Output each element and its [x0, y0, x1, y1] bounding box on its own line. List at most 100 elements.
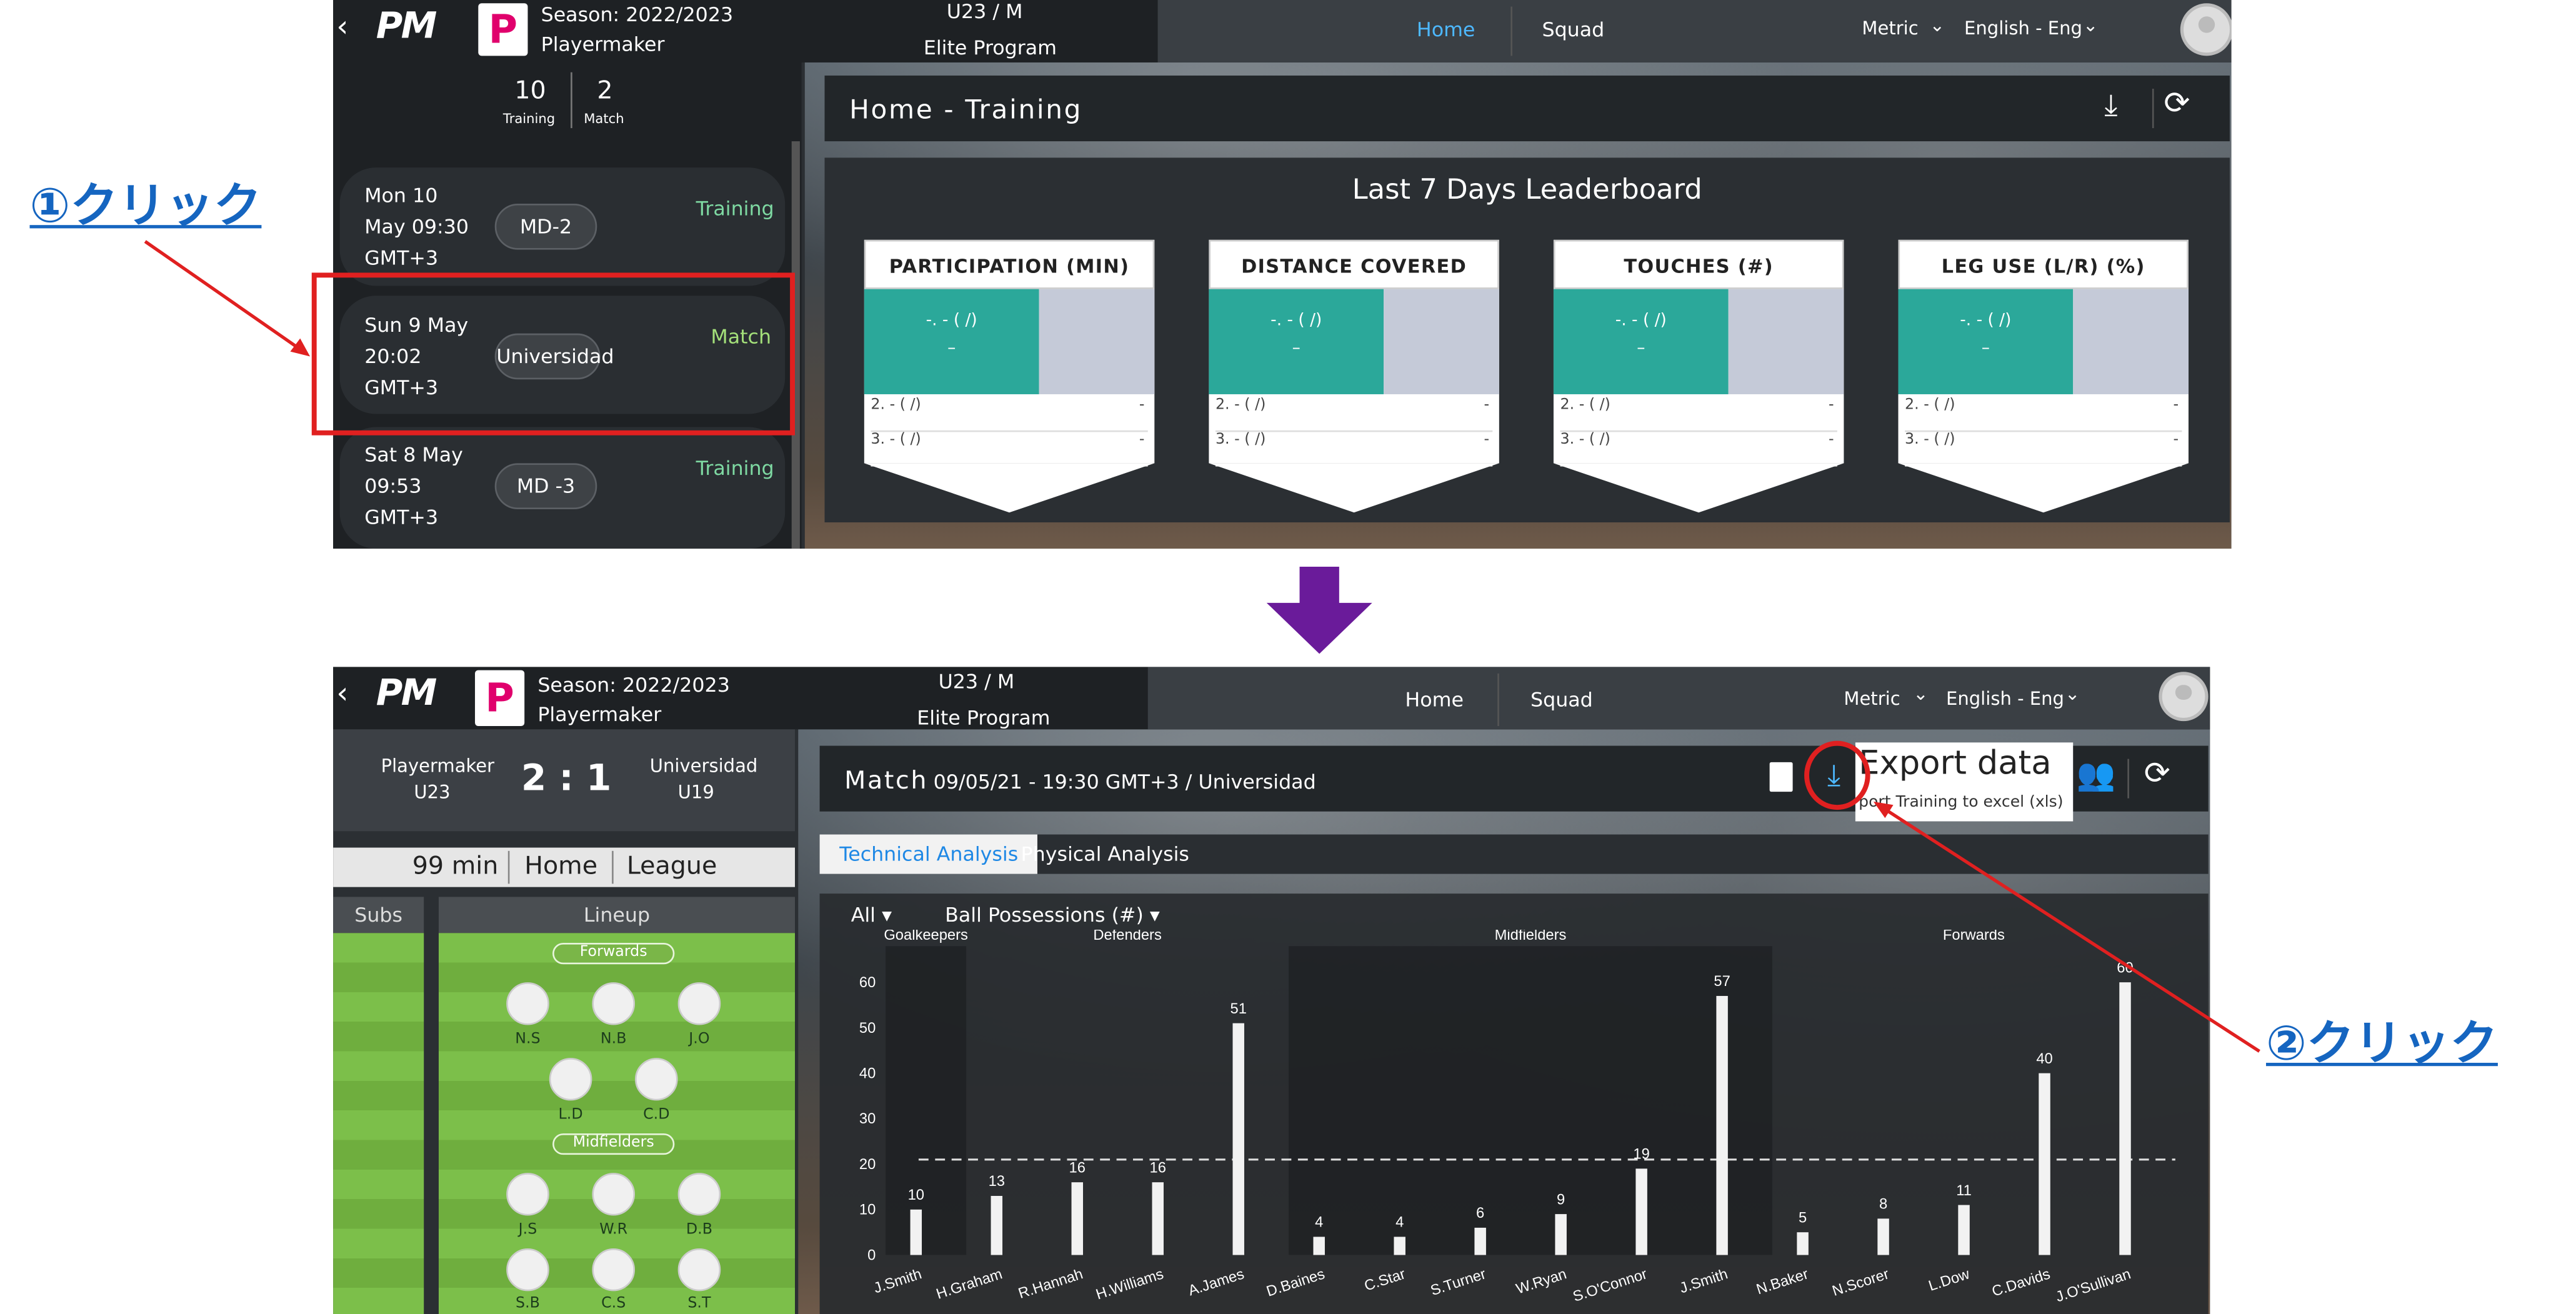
- event-pill: MD-2: [494, 203, 597, 250]
- back-chevron-icon[interactable]: ‹: [336, 10, 348, 44]
- metric-filter[interactable]: Ball Possessions (#) ▾: [945, 903, 1160, 927]
- tooltip-title: Export data: [1859, 742, 2052, 782]
- bar: [1071, 1182, 1083, 1255]
- user-avatar[interactable]: [2180, 3, 2232, 56]
- home-team-sub: U23: [414, 782, 451, 804]
- nav-home[interactable]: Home: [1405, 689, 1464, 712]
- leaderboard-card: LEG USE (L/R) (%) -. - ( /) – 2. - ( /) - …: [1898, 239, 2189, 513]
- bar-value-label: 19: [1633, 1147, 1649, 1163]
- player-avatar[interactable]: [592, 982, 636, 1025]
- group-filter[interactable]: All ▾: [851, 903, 892, 927]
- x-tick-label: J.Smith: [872, 1266, 924, 1297]
- player-avatar[interactable]: [506, 1173, 549, 1216]
- midfielders-tag: Midfielders: [552, 1133, 675, 1155]
- leader-name: -. - ( /): [1271, 312, 1322, 331]
- bar: [1958, 1205, 1970, 1255]
- player-avatar[interactable]: [677, 1248, 721, 1292]
- toolbar-divider: [2127, 759, 2129, 799]
- card-row-3: 3. - ( /) -: [871, 432, 1148, 467]
- user-avatar[interactable]: [2159, 672, 2209, 722]
- x-tick-label: S.Turner: [1429, 1266, 1488, 1299]
- bar: [2039, 1073, 2050, 1255]
- pointer-line-1: [144, 240, 305, 353]
- y-tick-label: 60: [859, 975, 876, 991]
- row-name: 2. - ( /): [1905, 397, 1955, 414]
- event-time: May 09:30: [364, 215, 469, 239]
- event-timezone: GMT+3: [364, 246, 439, 270]
- player-avatar[interactable]: [592, 1173, 636, 1216]
- player-silhouette-icon: [1728, 289, 1844, 394]
- bar-value-label: 4: [1315, 1215, 1323, 1231]
- leader-name: -. - ( /): [926, 312, 977, 331]
- section-title: Home - Training: [849, 93, 1083, 125]
- chevron-down-icon[interactable]: ⌄: [1930, 15, 1945, 36]
- event-time: 09:53: [364, 474, 422, 498]
- player-avatar[interactable]: [506, 1248, 549, 1292]
- match-count-label: Match: [584, 111, 624, 127]
- leader-name: -. - ( /): [1960, 312, 2012, 331]
- row-value: -: [2173, 397, 2179, 414]
- units-select[interactable]: Metric: [1844, 689, 1900, 710]
- event-pill: MD -3: [494, 463, 597, 509]
- language-select[interactable]: English - Eng: [1946, 689, 2064, 710]
- player-avatar[interactable]: [635, 1058, 678, 1101]
- y-tick-label: 50: [859, 1020, 876, 1037]
- player-avatar[interactable]: [677, 1173, 721, 1216]
- nav-squad[interactable]: Squad: [1542, 18, 1604, 41]
- nav-home[interactable]: Home: [1417, 18, 1475, 41]
- event-item[interactable]: Mon 10 May 09:30 GMT+3 MD-2 Training: [339, 167, 786, 286]
- away-team-name: Universidad: [649, 755, 758, 777]
- back-chevron-icon[interactable]: ‹: [336, 677, 348, 711]
- team-icon[interactable]: 👥: [2077, 755, 2115, 794]
- season-label: Season: 2022/2023: [537, 673, 730, 697]
- chevron-down-icon[interactable]: ⌄: [2065, 684, 2080, 705]
- bar: [2119, 982, 2131, 1255]
- y-tick-label: 20: [859, 1157, 876, 1173]
- download-icon[interactable]: ⤓: [2104, 89, 2117, 123]
- home-team-name: Playermaker: [381, 755, 495, 777]
- x-tick-label: H.Williams: [1094, 1266, 1166, 1303]
- player-avatar[interactable]: [549, 1058, 592, 1101]
- highlight-circle: [1804, 740, 1870, 810]
- player-label: D.B: [686, 1222, 713, 1239]
- group-band-goalkeepers: [886, 946, 967, 1255]
- event-item[interactable]: Sat 8 May 09:53 GMT+3 MD -3 Training: [339, 427, 786, 549]
- player-avatar[interactable]: [677, 982, 721, 1025]
- leader-value: –: [1292, 340, 1300, 359]
- bar-value-label: 40: [2036, 1051, 2052, 1067]
- refresh-icon[interactable]: ⟳: [2164, 86, 2190, 122]
- file-icon[interactable]: [1769, 762, 1793, 792]
- player-label: N.S: [515, 1032, 541, 1048]
- player-avatar[interactable]: [506, 982, 549, 1025]
- tab-technical-analysis[interactable]: Technical Analysis: [819, 834, 1038, 874]
- bar: [1877, 1218, 1889, 1255]
- group-label: Forwards: [1943, 930, 2005, 943]
- event-date: Mon 10: [364, 184, 438, 207]
- chevron-down-icon[interactable]: ⌄: [2083, 15, 2098, 36]
- x-tick-label: C.Star: [1362, 1266, 1407, 1294]
- nav-squad[interactable]: Squad: [1530, 689, 1593, 712]
- x-tick-label: C.Davids: [1990, 1266, 2052, 1300]
- subs-pitch: [333, 933, 424, 1314]
- bar-value-label: 16: [1069, 1160, 1086, 1176]
- player-avatar[interactable]: [592, 1248, 636, 1292]
- bar-value-label: 57: [1714, 973, 1730, 990]
- tab-physical-analysis[interactable]: Physical Analysis: [1021, 843, 1189, 866]
- language-select[interactable]: English - Eng: [1964, 18, 2082, 39]
- lineup-header: Lineup: [438, 897, 795, 933]
- bar: [1635, 1168, 1647, 1255]
- match-score: 2 : 1: [521, 759, 612, 800]
- leader-value: –: [1637, 340, 1645, 359]
- units-select[interactable]: Metric: [1862, 18, 1918, 39]
- card-row-2: 2. - ( /) -: [1560, 397, 1837, 432]
- leaderboard-card: DISTANCE COVERED (KM) -. - ( /) – 2. - ( …: [1209, 239, 1499, 513]
- top-app-bar: ‹ PM P Season: 2022/2023 Playermaker U23…: [333, 0, 2232, 62]
- refresh-icon[interactable]: ⟳: [2144, 755, 2170, 792]
- bar-value-label: 11: [1956, 1183, 1972, 1199]
- card-title: DISTANCE COVERED (KM): [1209, 239, 1499, 327]
- chevron-down-icon[interactable]: ⌄: [1913, 684, 1928, 705]
- card-leader: -. - ( /) –: [1209, 289, 1384, 394]
- match-title: Match: [844, 765, 929, 795]
- player-label: L.D: [558, 1107, 583, 1124]
- row-value: -: [1484, 432, 1490, 449]
